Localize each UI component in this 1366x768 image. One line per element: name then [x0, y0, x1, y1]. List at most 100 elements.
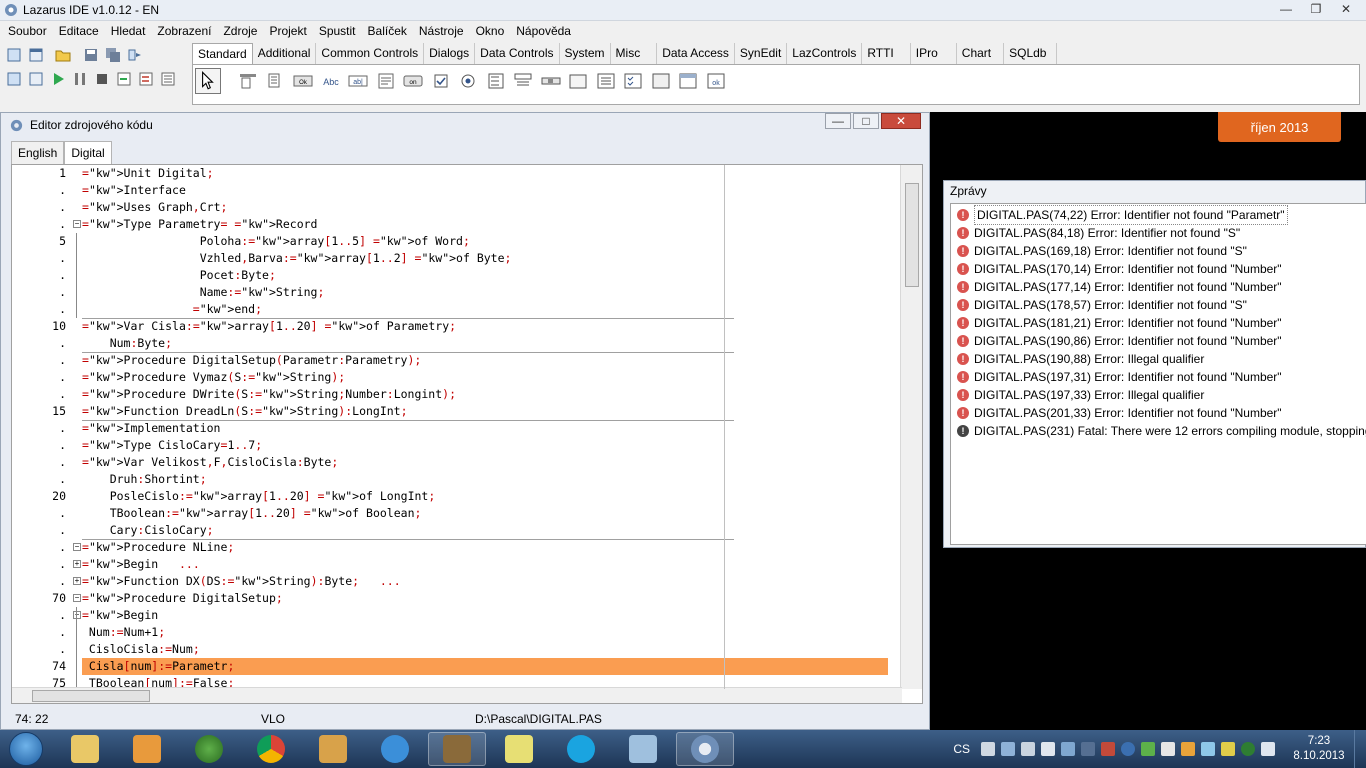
code-editor[interactable]: 1... 5.... 10.... 15.... 20..... 70... 74 75 − −… [11, 164, 923, 704]
message-row[interactable]: ! DIGITAL.PAS(190,86) Error: Identifier n… [951, 332, 1366, 350]
tab-digital[interactable]: Digital [64, 141, 112, 165]
message-row[interactable]: ! DIGITAL.PAS(84,18) Error: Identifier no… [951, 224, 1366, 242]
code-line[interactable]: Poloha:="kw">array[1..5] ="kw">of Word; [82, 233, 888, 250]
menu-nastroje[interactable]: Nástroje [413, 21, 470, 41]
code-line[interactable]: Num:Byte; [82, 335, 888, 352]
menu-spustit[interactable]: Spustit [313, 21, 362, 41]
component-tscrollbar[interactable] [539, 69, 562, 92]
palette-tab-data-controls[interactable]: Data Controls [475, 43, 560, 65]
action-center-icon[interactable] [1161, 742, 1175, 756]
save-all-button[interactable] [103, 45, 122, 64]
palette-tab-chart[interactable]: Chart [957, 43, 1005, 65]
volume-icon[interactable] [1041, 742, 1055, 756]
message-row[interactable]: ! DIGITAL.PAS(181,21) Error: Identifier n… [951, 314, 1366, 332]
palette-tab-standard[interactable]: Standard [192, 43, 253, 65]
component-tcheckbox[interactable] [429, 69, 452, 92]
taskbar-chrome[interactable] [242, 732, 300, 766]
taskbar-lazarus[interactable] [304, 732, 362, 766]
code-line[interactable]: ="kw">Begin ... [82, 556, 888, 573]
maximize-button[interactable]: ❐ [1302, 0, 1330, 18]
code-line[interactable]: ="kw">Interface [82, 182, 888, 199]
pause-button[interactable] [70, 69, 89, 88]
menu-balicek[interactable]: Balíček [362, 21, 413, 41]
component-tbutton[interactable]: Ok [291, 69, 314, 92]
component-tlistbox[interactable] [484, 69, 507, 92]
component-tradiogroup[interactable] [594, 69, 617, 92]
palette-tab-data-access[interactable]: Data Access [657, 43, 735, 65]
tray-icon-7[interactable] [1101, 742, 1115, 756]
tray-icon-11[interactable] [1181, 742, 1195, 756]
component-tactionlist[interactable]: ok [704, 69, 727, 92]
code-line[interactable]: Vzhled,Barva:="kw">array[1..2] ="kw">of … [82, 250, 888, 267]
message-row[interactable]: ! DIGITAL.PAS(74,22) Error: Identifier no… [951, 205, 1366, 225]
palette-tab-sqldb[interactable]: SQLdb [1004, 43, 1058, 65]
menu-hledat[interactable]: Hledat [105, 21, 152, 41]
palette-tab-system[interactable]: System [560, 43, 611, 65]
code-line[interactable]: ="kw">Procedure DWrite(S:="kw">String;Nu… [82, 386, 888, 403]
component-tmemo[interactable] [374, 69, 397, 92]
menu-projekt[interactable]: Projekt [263, 21, 312, 41]
palette-tab-common-controls[interactable]: Common Controls [316, 43, 425, 65]
current-code-line[interactable]: Cisla[num]:=Parametr; [82, 658, 888, 675]
taskbar-explorer[interactable] [56, 732, 114, 766]
component-tgroupbox[interactable] [566, 69, 589, 92]
view-forms-button[interactable] [26, 69, 45, 88]
selection-tool-button[interactable] [195, 68, 221, 94]
component-tradiobutton[interactable] [456, 69, 479, 92]
tray-icon-14[interactable] [1241, 742, 1255, 756]
code-line[interactable]: ="kw">Function DreadLn(S:="kw">String):L… [82, 403, 888, 420]
tray-icon-1[interactable] [981, 742, 995, 756]
component-tlabel[interactable]: Abc [319, 69, 342, 92]
code-line[interactable]: PosleCislo:="kw">array[1..20] ="kw">of L… [82, 488, 888, 505]
code-line[interactable]: ="kw">Implementation [82, 420, 888, 437]
palette-tab-dialogs[interactable]: Dialogs [424, 43, 476, 65]
code-line[interactable]: ="kw">Type CisloCary=1..7; [82, 437, 888, 454]
message-row[interactable]: ! DIGITAL.PAS(197,33) Error: Illegal qual… [951, 386, 1366, 404]
palette-tab-additional[interactable]: Additional [253, 43, 317, 65]
component-tcombobox[interactable] [511, 69, 534, 92]
code-line[interactable]: ="kw">Begin [82, 607, 888, 624]
fold-collapse-icon[interactable]: − [73, 543, 81, 551]
message-row[interactable]: ! DIGITAL.PAS(197,31) Error: Identifier n… [951, 368, 1366, 386]
code-line[interactable]: Name:="kw">String; [82, 284, 888, 301]
component-ttogglebox[interactable]: on [401, 69, 424, 92]
code-line[interactable]: ="kw">Var Cisla:="kw">array[1..20] ="kw"… [82, 318, 888, 335]
palette-tab-lazcontrols[interactable]: LazControls [787, 43, 863, 65]
code-line[interactable]: ="kw">Procedure DigitalSetup; [82, 590, 888, 607]
tray-icon-9[interactable] [1141, 742, 1155, 756]
component-tcheckgroup[interactable] [621, 69, 644, 92]
menu-okno[interactable]: Okno [470, 21, 511, 41]
vertical-scroll-thumb[interactable] [905, 183, 919, 287]
fold-collapse-icon[interactable]: − [73, 220, 81, 228]
menu-soubor[interactable]: Soubor [2, 21, 53, 41]
message-row[interactable]: ! DIGITAL.PAS(190,88) Error: Illegal qual… [951, 350, 1366, 368]
editor-minimize-button[interactable]: — [825, 113, 851, 129]
code-line[interactable]: Pocet:Byte; [82, 267, 888, 284]
code-line[interactable]: ="kw">Procedure Vymaz(S:="kw">String); [82, 369, 888, 386]
palette-tab-ipro[interactable]: IPro [911, 43, 957, 65]
fold-expand-icon[interactable]: + [73, 577, 81, 585]
message-row[interactable]: ! DIGITAL.PAS(177,14) Error: Identifier n… [951, 278, 1366, 296]
editor-close-button[interactable]: ✕ [881, 113, 921, 129]
view-units-button[interactable] [4, 69, 23, 88]
code-line[interactable]: TBoolean:="kw">array[1..20] ="kw">of Boo… [82, 505, 888, 522]
code-line[interactable]: ="kw">end; [82, 301, 888, 318]
taskbar-lazarus-ide[interactable] [676, 732, 734, 766]
step-into-button[interactable] [114, 69, 133, 88]
step-over-button[interactable] [136, 69, 155, 88]
component-tedit[interactable]: ab| [346, 69, 369, 92]
palette-tab-rtti[interactable]: RTTI [862, 43, 911, 65]
code-line[interactable]: ="kw">Unit Digital; [82, 165, 888, 182]
vertical-scrollbar[interactable] [900, 165, 922, 689]
code-line[interactable]: Cary:CisloCary; [82, 522, 888, 539]
fold-collapse-icon[interactable]: − [73, 594, 81, 602]
menu-editace[interactable]: Editace [53, 21, 105, 41]
taskbar-skype[interactable] [552, 732, 610, 766]
component-tpopupmenu[interactable] [264, 69, 287, 92]
tray-icon-2[interactable] [1001, 742, 1015, 756]
component-tframe[interactable] [676, 69, 699, 92]
show-desktop-button[interactable] [1354, 730, 1366, 768]
message-row[interactable]: ! DIGITAL.PAS(178,57) Error: Identifier n… [951, 296, 1366, 314]
message-row[interactable]: ! DIGITAL.PAS(201,33) Error: Identifier n… [951, 404, 1366, 422]
tray-icon-6[interactable] [1081, 742, 1095, 756]
